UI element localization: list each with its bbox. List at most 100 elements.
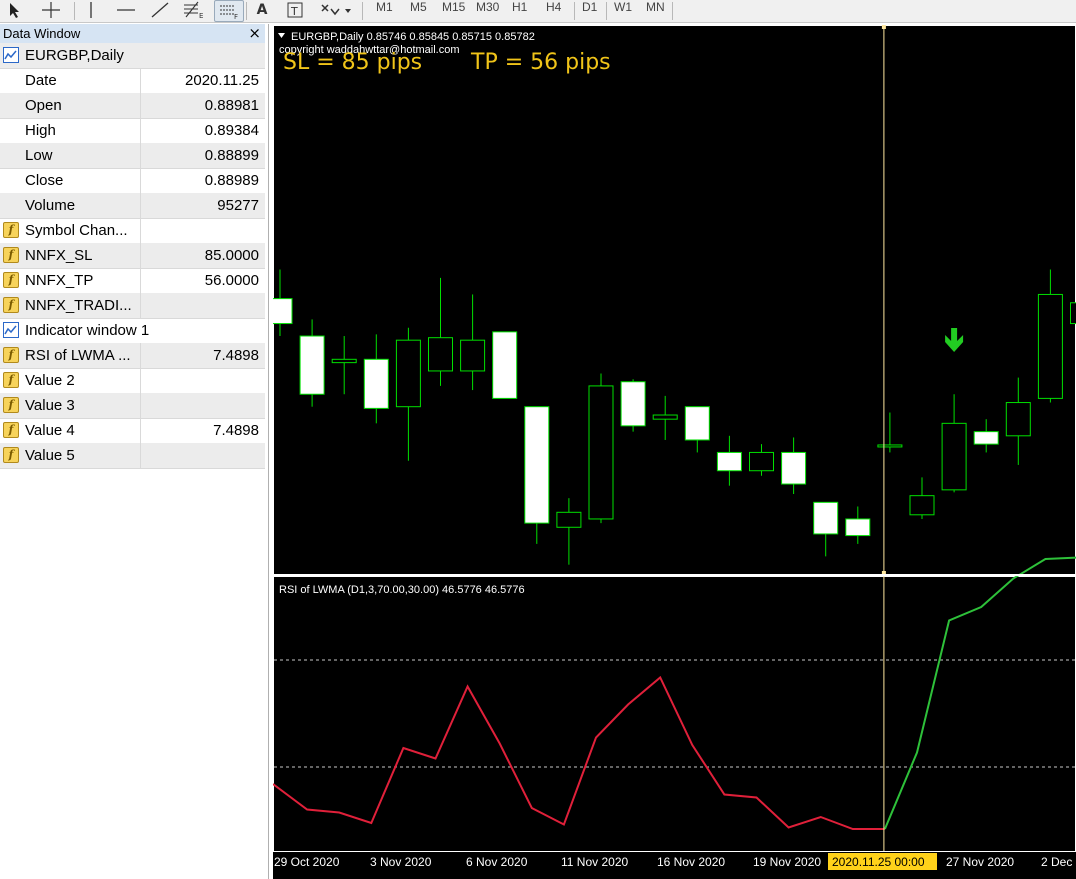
timeframe-m30[interactable]: M30 [476, 0, 499, 20]
svg-text:F: F [234, 13, 238, 20]
cell-divider [140, 268, 141, 293]
cell-divider [140, 368, 141, 393]
data-window-row[interactable]: EURGBP,Daily [0, 43, 265, 69]
cell-divider [140, 68, 141, 93]
timeframe-w1[interactable]: W1 [614, 0, 632, 20]
data-window-row[interactable]: f NNFX_SL 85.0000 [0, 243, 265, 269]
data-window-row-value: 0.88989 [204, 172, 259, 189]
arrows-icon[interactable] [318, 0, 354, 20]
candle-body [273, 298, 293, 325]
vertical-line-icon[interactable] [82, 0, 100, 20]
candle-body [1005, 402, 1031, 437]
timeframe-h1[interactable]: H1 [512, 0, 527, 20]
data-window-row[interactable]: Date 2020.11.25 [0, 68, 265, 94]
candle [684, 406, 710, 453]
chart-header-text: EURGBP,Daily 0.85746 0.85845 0.85715 0.8… [291, 31, 535, 43]
date-label: 3 Nov 2020 [370, 855, 432, 869]
candle [716, 435, 742, 486]
horizontal-line-icon[interactable] [112, 0, 140, 20]
candle-body [363, 358, 389, 409]
data-window-row-value: 85.0000 [204, 247, 259, 264]
close-icon[interactable]: × [248, 24, 261, 42]
candle [428, 277, 453, 386]
candle [749, 444, 774, 476]
date-label: 2 Dec [1041, 855, 1072, 869]
data-window-row-label: High [25, 122, 56, 139]
timeframe-m5[interactable]: M5 [410, 0, 427, 20]
data-window-row-label: NNFX_SL [25, 247, 93, 264]
timeframe-h4[interactable]: H4 [546, 0, 561, 20]
data-window-row-label: NNFX_TP [25, 272, 94, 289]
indicator-icon: f [3, 447, 19, 463]
indicator-icon: f [3, 272, 19, 288]
candle [588, 373, 614, 524]
data-window-row-value: 0.89384 [204, 122, 259, 139]
candle [781, 437, 807, 495]
chart-canvas[interactable]: EURGBP,Daily 0.85746 0.85845 0.85715 0.8… [273, 25, 1076, 879]
data-window-title-bar[interactable]: Data Window × [0, 24, 265, 43]
data-window-row[interactable]: f Value 3 [0, 393, 265, 419]
data-window-row[interactable]: f RSI of LWMA ... 7.4898 [0, 343, 265, 369]
cell-divider [140, 168, 141, 193]
fibonacci-icon[interactable]: E [180, 0, 208, 20]
indicator-icon: f [3, 247, 19, 263]
data-window-row-label: Low [25, 147, 53, 164]
candle [1005, 377, 1031, 465]
data-window-row-value: 0.88981 [204, 97, 259, 114]
svg-text:T: T [290, 5, 298, 18]
chart-toolbar: E F A T M1 M5 M15 M30 H1 H4 D1 W1 MN [0, 0, 1076, 23]
crosshair-icon[interactable] [38, 0, 64, 20]
chart-icon [3, 322, 19, 338]
candle-body [524, 406, 550, 524]
data-window-row[interactable]: f NNFX_TP 56.0000 [0, 268, 265, 294]
main-pane-border [273, 25, 1076, 575]
data-window-row[interactable]: f Value 4 7.4898 [0, 418, 265, 444]
data-window-row[interactable]: High 0.89384 [0, 118, 265, 144]
data-window-row[interactable]: f Value 2 [0, 368, 265, 394]
data-window-row[interactable]: Low 0.88899 [0, 143, 265, 169]
indicator-icon: f [3, 397, 19, 413]
data-window-row[interactable]: f Value 5 [0, 443, 265, 469]
data-window-row-value: 95277 [217, 197, 259, 214]
candle-body [588, 385, 614, 520]
timeframe-m1[interactable]: M1 [376, 0, 393, 20]
trendline-icon[interactable] [146, 0, 174, 20]
data-window-row[interactable]: f NNFX_TRADI... [0, 293, 265, 319]
cursor-icon[interactable] [6, 0, 24, 20]
data-window-row-label: Indicator window 1 [25, 322, 150, 339]
cell-divider [140, 418, 141, 443]
candle [973, 419, 999, 453]
cell-divider [140, 93, 141, 118]
indicator-icon: f [3, 422, 19, 438]
candle [395, 327, 421, 461]
candle [299, 319, 325, 407]
timeframe-mn[interactable]: MN [646, 0, 665, 20]
candle [909, 477, 935, 519]
indicator-icon: f [3, 372, 19, 388]
candle [556, 498, 582, 565]
candle-body [909, 495, 935, 516]
candle-body [492, 331, 518, 399]
sl-text: SL = 85 pips [283, 50, 422, 75]
data-window-row-value: 2020.11.25 [185, 72, 259, 89]
timeframe-d1[interactable]: D1 [582, 0, 597, 20]
chart-area[interactable]: EURGBP,Daily 0.85746 0.85845 0.85715 0.8… [273, 25, 1076, 879]
data-window-row-label: Value 5 [25, 447, 75, 464]
data-window-row[interactable]: f Symbol Chan... [0, 218, 265, 244]
timeframe-m15[interactable]: M15 [442, 0, 465, 20]
date-label: 19 Nov 2020 [753, 855, 821, 869]
cell-divider [140, 218, 141, 243]
data-window-row[interactable]: Volume 95277 [0, 193, 265, 219]
date-label: 16 Nov 2020 [657, 855, 725, 869]
data-window-row[interactable]: Close 0.88989 [0, 168, 265, 194]
candle-body [460, 339, 486, 372]
text-label-icon[interactable]: T [284, 0, 306, 20]
indicator-header-text: RSI of LWMA (D1,3,70.00,30.00) 46.5776 4… [279, 584, 525, 596]
text-tool-icon[interactable]: A [254, 0, 270, 20]
rsi-line-down [273, 675, 885, 830]
data-window-row[interactable]: Open 0.88981 [0, 93, 265, 119]
pane-separator[interactable] [273, 574, 1076, 576]
candle-body [684, 406, 710, 441]
data-window-row[interactable]: Indicator window 1 [0, 318, 265, 344]
channel-icon[interactable]: F [214, 0, 244, 22]
